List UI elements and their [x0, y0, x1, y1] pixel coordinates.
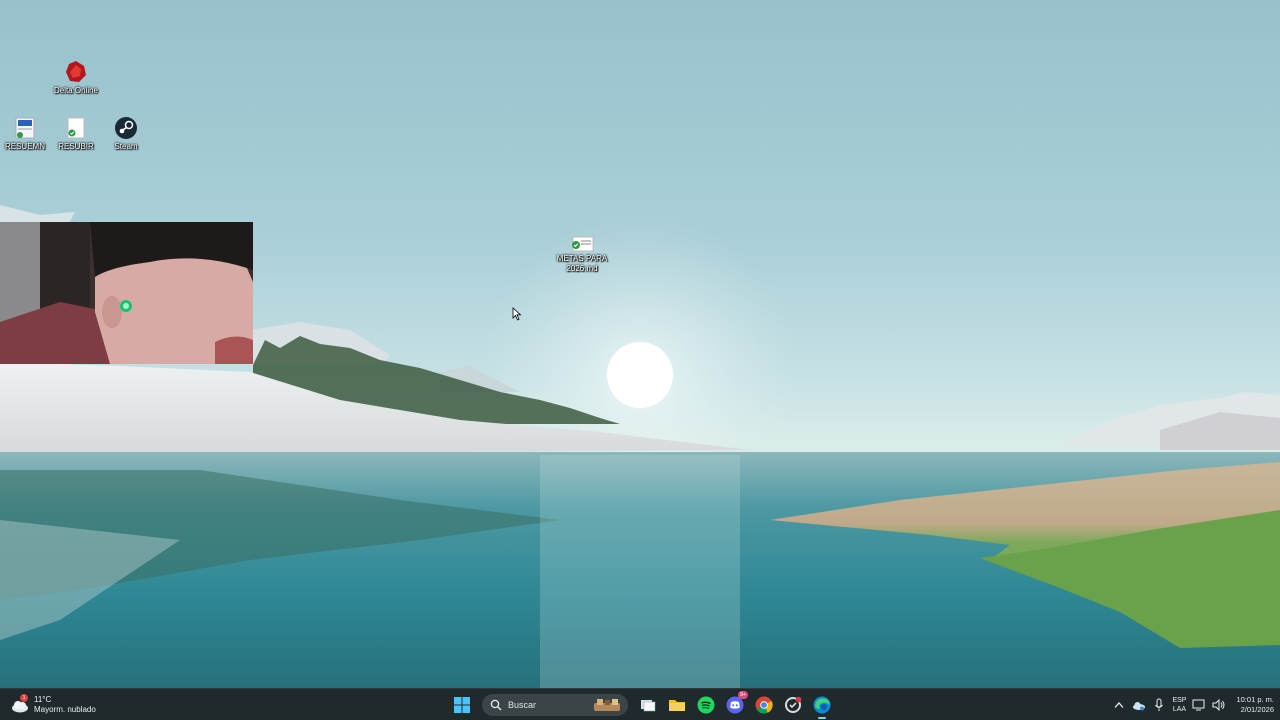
folder-icon — [669, 700, 685, 711]
windows-logo-icon — [454, 697, 470, 713]
weather-widget[interactable]: 1 11°C Mayorm. nublado — [10, 692, 96, 718]
system-tray: ESP LAA 10:01 p. m. 2/01/2026 — [1112, 692, 1274, 718]
weather-condition: Mayorm. nublado — [34, 705, 96, 714]
cloudy-weather-icon: 1 — [10, 694, 30, 715]
clock-time: 10:01 p. m. — [1236, 695, 1274, 704]
task-view-icon — [641, 700, 656, 712]
input-language-indicator[interactable]: ESP LAA — [1172, 696, 1186, 714]
onedrive-tray-button[interactable] — [1132, 698, 1146, 712]
file-explorer-button[interactable] — [665, 693, 689, 717]
search-icon — [490, 699, 502, 711]
desktop-icon-label: Steam — [114, 142, 138, 151]
cloud-sync-icon — [1133, 702, 1146, 711]
discord-notification-badge: 9+ — [738, 691, 748, 699]
microphone-icon — [1155, 698, 1164, 711]
desktop-icon-steam[interactable]: Steam — [94, 116, 158, 152]
show-hidden-icons-button[interactable] — [1112, 698, 1126, 712]
taskbar-search[interactable]: Buscar — [482, 694, 628, 716]
taskbar: 1 11°C Mayorm. nublado Buscar 9+ ESP LAA… — [0, 688, 1280, 720]
active-app-indicator — [818, 717, 826, 719]
network-monitor-icon — [1192, 699, 1205, 711]
mouse-cursor — [512, 307, 522, 321]
pinned-app-button[interactable] — [781, 693, 805, 717]
microphone-tray-button[interactable] — [1152, 698, 1166, 712]
app-icon — [785, 696, 802, 713]
volume-tray-button[interactable] — [1212, 698, 1226, 712]
search-highlight-illustration — [594, 699, 620, 711]
edge-icon — [813, 696, 831, 714]
desktop-icon-metas-para-2026[interactable]: METAS PARA 2026.md — [550, 236, 614, 274]
desktop-icon-label: Delta Online — [53, 86, 99, 95]
document-icon — [64, 116, 88, 140]
webcam-overlay — [0, 222, 253, 364]
network-tray-button[interactable] — [1192, 698, 1206, 712]
search-placeholder: Buscar — [508, 700, 537, 710]
markdown-file-icon — [569, 236, 595, 252]
task-view-button[interactable] — [636, 693, 660, 717]
spotify-button[interactable] — [694, 693, 718, 717]
chrome-icon — [755, 696, 773, 714]
speaker-icon — [1212, 699, 1225, 711]
taskbar-center: Buscar 9+ — [450, 691, 834, 719]
weather-alert-badge: 1 — [20, 694, 28, 702]
chevron-up-icon — [1114, 702, 1124, 708]
desktop-icon-label: METAS PARA 2026.md — [556, 254, 608, 273]
weather-temperature: 11°C — [34, 695, 52, 704]
edge-button[interactable] — [810, 693, 834, 719]
document-icon — [13, 116, 37, 140]
desktop-icon-delta-online[interactable]: Delta Online — [44, 60, 108, 96]
delta-online-app-icon — [64, 60, 88, 84]
clock[interactable]: 10:01 p. m. 2/01/2026 — [1236, 695, 1274, 715]
spotify-icon — [697, 696, 715, 714]
chrome-button[interactable] — [752, 693, 776, 717]
steam-icon — [114, 116, 138, 140]
clock-date: 2/01/2026 — [1240, 705, 1274, 714]
discord-button[interactable]: 9+ — [723, 691, 748, 717]
start-button[interactable] — [450, 693, 474, 717]
